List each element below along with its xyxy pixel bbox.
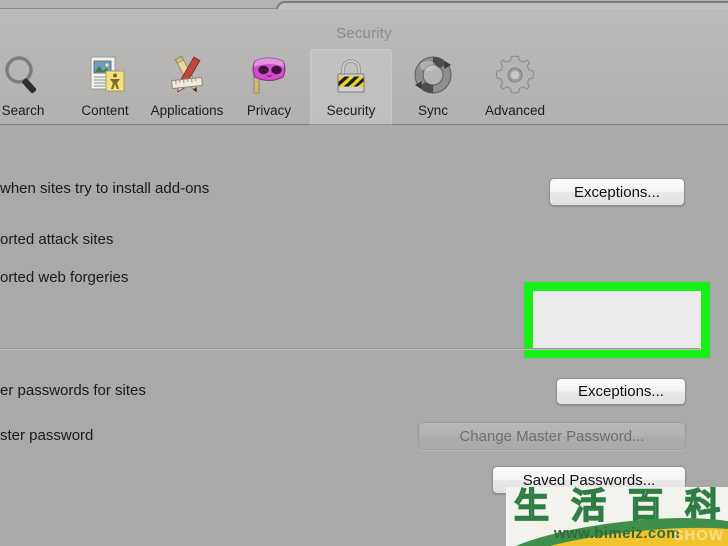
watermark: 生 活 百 科 SHOW www.bimeiz.com xyxy=(506,487,728,546)
toolbar-item-label: Search xyxy=(1,103,45,118)
preferences-toolbar: Security Search Content Applications Pri… xyxy=(0,9,728,127)
toolbar-item-label: Advanced xyxy=(484,103,546,118)
content-page-icon xyxy=(81,51,129,99)
addons-exceptions-button[interactable]: Exceptions... xyxy=(549,178,685,206)
watermark-char: 生 xyxy=(513,487,550,527)
pane-title: Security xyxy=(336,25,392,42)
toolbar-item-applications[interactable]: Applications xyxy=(146,49,228,127)
padlock-icon xyxy=(327,51,375,99)
block-web-forgeries-label: orted web forgeries xyxy=(0,269,129,286)
watermark-ghost-text: SHOW xyxy=(673,527,724,544)
toolbar-item-label: Security xyxy=(326,103,376,118)
mask-icon xyxy=(245,51,293,99)
change-master-password-button: Change Master Password... xyxy=(418,422,686,450)
magnifier-icon xyxy=(0,51,47,99)
gear-icon xyxy=(491,51,539,99)
remember-passwords-label: er passwords for sites xyxy=(0,382,146,399)
sync-arrows-icon xyxy=(409,51,457,99)
toolbar-item-search[interactable]: Search xyxy=(0,49,64,127)
toolbar-item-privacy[interactable]: Privacy xyxy=(228,49,310,127)
annotation-highlight-box xyxy=(524,282,710,358)
pencil-ruler-icon xyxy=(163,51,211,99)
preferences-window: Security Search Content Applications Pri… xyxy=(0,0,728,546)
toolbar-item-label: Privacy xyxy=(246,103,292,118)
master-password-label: ster password xyxy=(0,427,94,444)
watermark-char: 活 xyxy=(570,487,607,527)
security-preferences-pane: when sites try to install add-ons Except… xyxy=(0,125,728,546)
toolbar-item-advanced[interactable]: Advanced xyxy=(474,49,556,127)
section-divider xyxy=(0,348,700,350)
toolbar-item-list: Search Content Applications Privacy Secu… xyxy=(0,49,562,129)
passwords-exceptions-button[interactable]: Exceptions... xyxy=(556,378,686,405)
warn-addons-label: when sites try to install add-ons xyxy=(0,180,210,197)
toolbar-item-sync[interactable]: Sync xyxy=(392,49,474,127)
toolbar-item-label: Applications xyxy=(150,103,224,118)
toolbar-item-label: Sync xyxy=(417,103,448,118)
block-attack-sites-label: orted attack sites xyxy=(0,231,114,248)
toolbar-item-content[interactable]: Content xyxy=(64,49,146,127)
toolbar-item-label: Content xyxy=(81,103,129,118)
toolbar-item-security[interactable]: Security xyxy=(310,49,392,127)
